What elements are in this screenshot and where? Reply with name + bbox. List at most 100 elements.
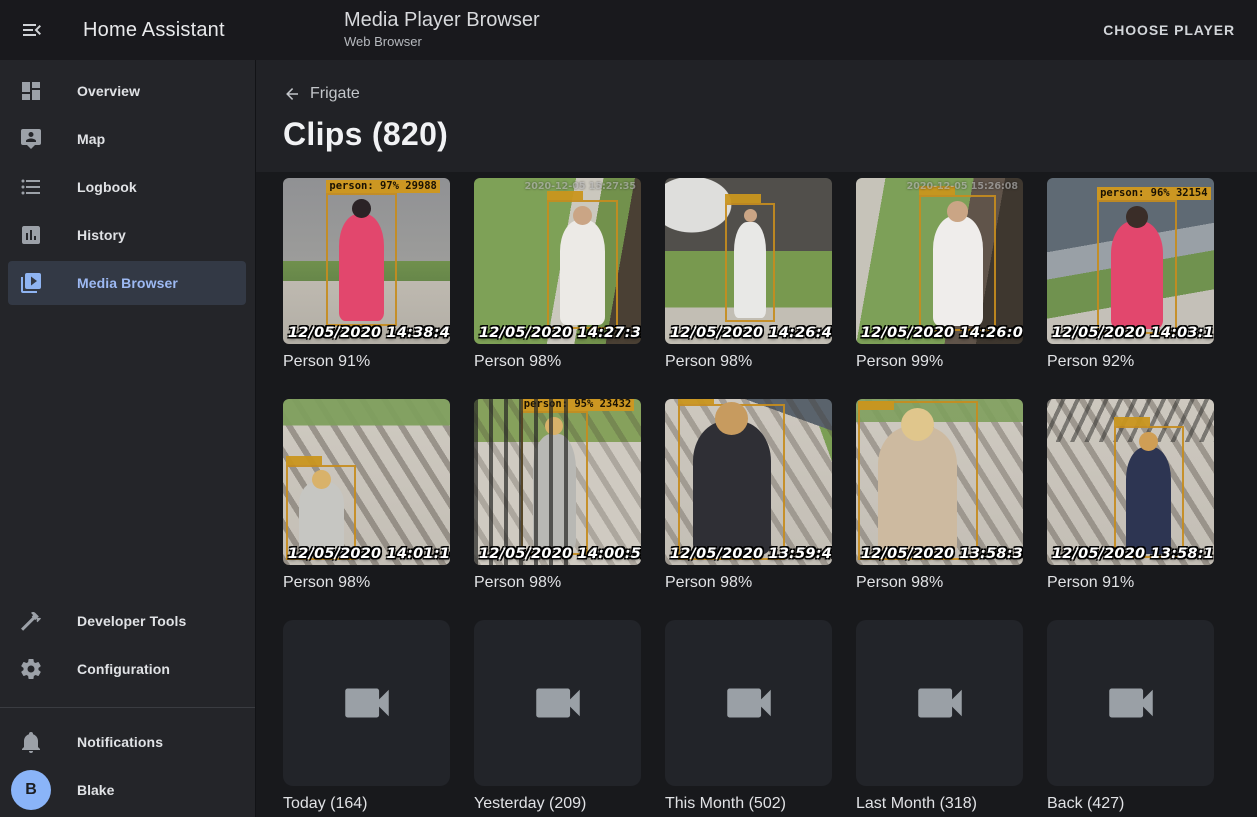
folder-thumbnail: [283, 620, 450, 786]
folder-thumbnail: [665, 620, 832, 786]
sidebar-item-history[interactable]: History: [8, 213, 246, 257]
sidebar-item-configuration[interactable]: Configuration: [8, 647, 246, 691]
clip-tile[interactable]: 12/05/2020 13:58:17 Person 91%: [1047, 399, 1214, 592]
page-subtitle: Web Browser: [344, 33, 540, 50]
hammer-icon: [19, 609, 43, 633]
sidebar-item-notifications[interactable]: Notifications: [8, 720, 246, 764]
person-figure: [878, 426, 957, 555]
person-figure: [1126, 447, 1171, 554]
sidebar-item-label: Logbook: [77, 179, 137, 195]
clip-tile[interactable]: 2020-12-05 15:27:35 12/05/2020 14:27:35 Pe…: [474, 178, 641, 371]
clip-tile[interactable]: person: 97% 2998812/05/2020 14:38:47Pers…: [283, 178, 450, 371]
folder-tile-last-month[interactable]: Last Month (318): [856, 620, 1023, 813]
detection-box: person: 96% 32154: [1097, 200, 1177, 334]
media-browser-icon: [19, 271, 43, 295]
dashboard-icon: [19, 79, 43, 103]
sidebar-spacer: [0, 309, 255, 599]
sidebar-item-media-browser[interactable]: Media Browser: [8, 261, 246, 305]
clip-thumbnail: 2020-12-05 15:27:35 12/05/2020 14:27:35: [474, 178, 641, 344]
person-figure: [299, 481, 344, 556]
clip-tile[interactable]: 2020-12-05 15:26:0812/05/2020 14:26:07Pe…: [856, 178, 1023, 371]
detection-box: person: 97% 29988: [326, 193, 396, 326]
detection-label-small: [725, 194, 761, 203]
clip-thumbnail: 12/05/2020 14:01:14: [283, 399, 450, 565]
clip-thumbnail: 12/05/2020 13:59:49: [665, 399, 832, 565]
detection-label-small: [286, 456, 322, 465]
clip-tile[interactable]: 12/05/2020 14:01:14 Person 98%: [283, 399, 450, 592]
clip-timestamp: 12/05/2020 13:58:17: [1052, 546, 1214, 562]
clip-timestamp: 12/05/2020 14:27:35: [479, 325, 641, 341]
person-figure: [693, 421, 771, 555]
sidebar-item-label: Media Browser: [77, 275, 178, 291]
clip-caption: Person 98%: [665, 352, 832, 371]
folder-tile-today[interactable]: Today (164): [283, 620, 450, 813]
bell-icon: [19, 730, 43, 754]
detection-label: person: 95% 23432: [521, 399, 634, 411]
sidebar-item-label: Map: [77, 131, 105, 147]
clip-timestamp: 12/05/2020 14:03:17: [1052, 325, 1214, 341]
video-icon: [338, 674, 396, 732]
clip-caption: Person 98%: [474, 573, 641, 592]
clip-caption: Person 91%: [1047, 573, 1214, 592]
logbook-list-icon: [19, 175, 43, 199]
clip-tile[interactable]: person: 96% 3215412/05/2020 14:03:17 Pers…: [1047, 178, 1214, 371]
detection-box: [547, 200, 617, 329]
detection-box: [678, 404, 785, 560]
history-chart-icon: [19, 223, 43, 247]
sidebar-item-developer-tools[interactable]: Developer Tools: [8, 599, 246, 643]
clip-tile[interactable]: 12/05/2020 14:26:46 Person 98%: [665, 178, 832, 371]
detection-box: [919, 195, 996, 331]
folder-tile-this-month[interactable]: This Month (502): [665, 620, 832, 813]
sidebar-toggle-button[interactable]: [20, 18, 44, 42]
clip-caption: Person 98%: [856, 573, 1023, 592]
clip-timestamp: 12/05/2020 14:01:14: [288, 546, 450, 562]
detection-box: [1114, 426, 1184, 559]
history-chart-icon: [19, 223, 43, 247]
folder-tile-back[interactable]: Back (427): [1047, 620, 1214, 813]
notifications-label: Notifications: [77, 734, 163, 750]
folder-caption: Last Month (318): [856, 794, 1023, 813]
gear-icon: [19, 657, 43, 681]
clip-caption: Person 98%: [283, 573, 450, 592]
video-icon: [1102, 674, 1160, 732]
clip-caption: Person 98%: [474, 352, 641, 371]
clip-timestamp: 12/05/2020 13:59:49: [670, 546, 832, 562]
user-name: Blake: [77, 782, 114, 798]
video-icon: [911, 674, 969, 732]
person-figure: [560, 220, 605, 324]
folder-thumbnail: [474, 620, 641, 786]
breadcrumb-back-frigate[interactable]: Frigate: [283, 84, 360, 104]
map-person-icon: [19, 127, 43, 151]
sidebar-item-label: History: [77, 227, 126, 243]
folder-thumbnail: [856, 620, 1023, 786]
clip-timestamp: 12/05/2020 14:00:52: [479, 546, 641, 562]
detection-label-small: [858, 401, 894, 410]
choose-player-button[interactable]: CHOOSE PLAYER: [1093, 0, 1245, 60]
clip-caption: Person 91%: [283, 352, 450, 371]
clip-tile[interactable]: person: 95% 2343212/05/2020 14:00:52Pers…: [474, 399, 641, 592]
detection-label-small: [1114, 417, 1150, 426]
sidebar: Overview Map Logbook History Media Browser D…: [0, 60, 256, 817]
sidebar-item-label: Configuration: [77, 661, 170, 677]
clip-tile[interactable]: 12/05/2020 13:59:49Person 98%: [665, 399, 832, 592]
sidebar-item-user-profile[interactable]: B Blake: [8, 768, 246, 812]
map-person-icon: [19, 127, 43, 151]
sidebar-divider: [0, 707, 255, 708]
sidebar-item-logbook[interactable]: Logbook: [8, 165, 246, 209]
sidebar-item-overview[interactable]: Overview: [8, 69, 246, 113]
clip-caption: Person 92%: [1047, 352, 1214, 371]
clip-tile[interactable]: 12/05/2020 13:58:30Person 98%: [856, 399, 1023, 592]
folder-caption: Back (427): [1047, 794, 1214, 813]
sidebar-item-label: Overview: [77, 83, 140, 99]
folder-caption: This Month (502): [665, 794, 832, 813]
person-figure: [734, 222, 765, 318]
breadcrumb-label: Frigate: [310, 84, 360, 104]
clip-thumbnail: person: 95% 2343212/05/2020 14:00:52: [474, 399, 641, 565]
clip-timestamp: 12/05/2020 14:26:46: [670, 325, 832, 341]
camera-osd-timestamp: 2020-12-05 15:27:35: [525, 181, 636, 192]
folder-tile-yesterday[interactable]: Yesterday (209): [474, 620, 641, 813]
menu-open-icon: [20, 18, 44, 42]
folder-caption: Today (164): [283, 794, 450, 813]
sidebar-item-map[interactable]: Map: [8, 117, 246, 161]
detection-box: person: 95% 23432: [521, 411, 588, 555]
